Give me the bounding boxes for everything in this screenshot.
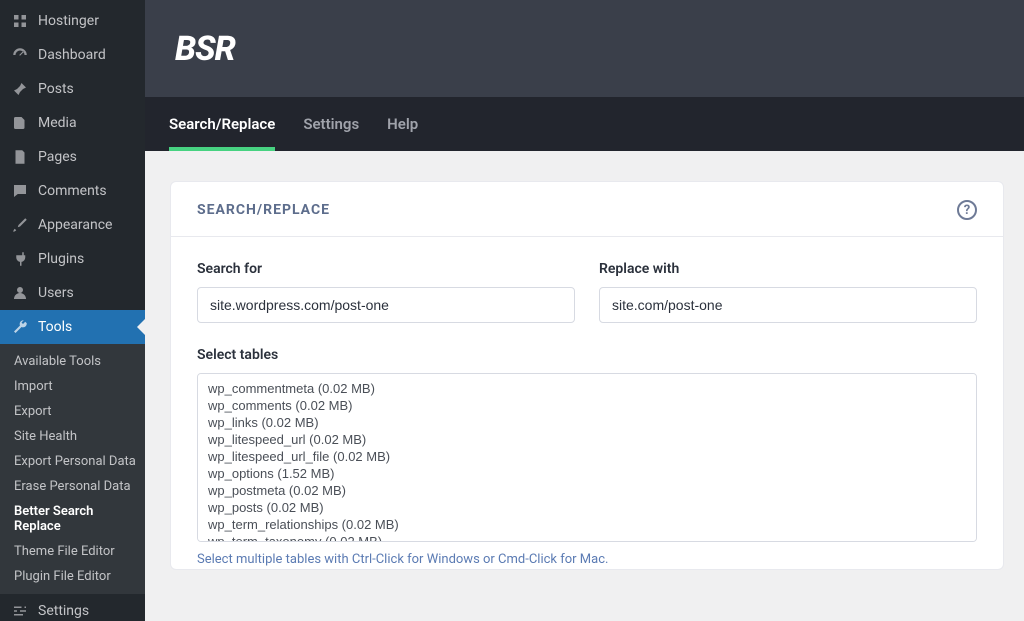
- search-for-input[interactable]: [197, 287, 575, 323]
- sidebar-sub-import[interactable]: Import: [0, 374, 145, 399]
- sidebar-sub-export[interactable]: Export: [0, 399, 145, 424]
- bsr-logo: BSR: [175, 29, 235, 69]
- select-tables-label: Select tables: [197, 347, 977, 363]
- content-scroll: SEARCH/REPLACE ? Search for Replace with: [145, 151, 1024, 621]
- wrench-icon: [10, 317, 30, 337]
- sidebar-sub-plugin-file-editor[interactable]: Plugin File Editor: [0, 564, 145, 589]
- comments-icon: [10, 181, 30, 201]
- sidebar-sub-available-tools[interactable]: Available Tools: [0, 349, 145, 374]
- sidebar-item-appearance[interactable]: Appearance: [0, 208, 145, 242]
- sidebar-item-label: Tools: [38, 319, 72, 335]
- search-replace-card: SEARCH/REPLACE ? Search for Replace with: [170, 181, 1004, 570]
- table-option[interactable]: wp_litespeed_url (0.02 MB): [206, 431, 968, 448]
- table-option[interactable]: wp_comments (0.02 MB): [206, 397, 968, 414]
- plugin-header: BSR: [145, 0, 1024, 97]
- sidebar-item-plugins[interactable]: Plugins: [0, 242, 145, 276]
- plug-icon: [10, 249, 30, 269]
- card-body: Search for Replace with Select tables wp…: [171, 237, 1003, 569]
- sidebar-item-hostinger[interactable]: Hostinger: [0, 4, 145, 38]
- sidebar-item-tools[interactable]: Tools: [0, 310, 145, 344]
- help-icon[interactable]: ?: [957, 200, 977, 220]
- media-icon: [10, 113, 30, 133]
- sidebar-sub-erase-personal-data[interactable]: Erase Personal Data: [0, 474, 145, 499]
- sidebar-item-settings[interactable]: Settings: [0, 594, 145, 621]
- sidebar-item-dashboard[interactable]: Dashboard: [0, 38, 145, 72]
- multiselect-hint: Select multiple tables with Ctrl-Click f…: [197, 552, 977, 567]
- sidebar-item-label: Posts: [38, 81, 74, 97]
- sidebar-item-label: Dashboard: [38, 47, 106, 63]
- search-for-label: Search for: [197, 261, 575, 277]
- pages-icon: [10, 147, 30, 167]
- replace-with-label: Replace with: [599, 261, 977, 277]
- dashboard-icon: [10, 45, 30, 65]
- table-option[interactable]: wp_posts (0.02 MB): [206, 499, 968, 516]
- table-option[interactable]: wp_term_taxonomy (0.02 MB): [206, 533, 968, 542]
- sidebar-item-pages[interactable]: Pages: [0, 140, 145, 174]
- sidebar-item-label: Settings: [38, 603, 89, 619]
- table-option[interactable]: wp_term_relationships (0.02 MB): [206, 516, 968, 533]
- hostinger-icon: [10, 11, 30, 31]
- sidebar-sub-bsr[interactable]: Better Search Replace: [0, 499, 145, 539]
- sidebar-item-comments[interactable]: Comments: [0, 174, 145, 208]
- card-title: SEARCH/REPLACE: [197, 202, 330, 218]
- main-area: BSR Search/Replace Settings Help SEARCH/…: [145, 0, 1024, 621]
- sidebar-sub-theme-file-editor[interactable]: Theme File Editor: [0, 539, 145, 564]
- sidebar-submenu-tools: Available Tools Import Export Site Healt…: [0, 344, 145, 594]
- user-icon: [10, 283, 30, 303]
- sidebar-sub-export-personal-data[interactable]: Export Personal Data: [0, 449, 145, 474]
- tab-search-replace[interactable]: Search/Replace: [169, 97, 275, 151]
- sidebar-item-label: Pages: [38, 149, 77, 165]
- brush-icon: [10, 215, 30, 235]
- pushpin-icon: [10, 79, 30, 99]
- tab-help[interactable]: Help: [387, 97, 418, 151]
- sidebar-item-label: Appearance: [38, 217, 112, 233]
- sidebar-item-label: Hostinger: [38, 13, 99, 29]
- sidebar-item-label: Comments: [38, 183, 107, 199]
- table-option[interactable]: wp_commentmeta (0.02 MB): [206, 380, 968, 397]
- tab-settings[interactable]: Settings: [303, 97, 359, 151]
- table-option[interactable]: wp_options (1.52 MB): [206, 465, 968, 482]
- sidebar-item-label: Users: [38, 285, 74, 301]
- admin-sidebar: Hostinger Dashboard Posts Media Pages Co…: [0, 0, 145, 621]
- sidebar-item-posts[interactable]: Posts: [0, 72, 145, 106]
- table-option[interactable]: wp_litespeed_url_file (0.02 MB): [206, 448, 968, 465]
- sidebar-item-media[interactable]: Media: [0, 106, 145, 140]
- sidebar-item-label: Plugins: [38, 251, 84, 267]
- sidebar-sub-site-health[interactable]: Site Health: [0, 424, 145, 449]
- card-header: SEARCH/REPLACE ?: [171, 182, 1003, 237]
- plugin-tabs: Search/Replace Settings Help: [145, 97, 1024, 151]
- sidebar-item-users[interactable]: Users: [0, 276, 145, 310]
- replace-with-input[interactable]: [599, 287, 977, 323]
- table-option[interactable]: wp_links (0.02 MB): [206, 414, 968, 431]
- table-option[interactable]: wp_postmeta (0.02 MB): [206, 482, 968, 499]
- sliders-icon: [10, 601, 30, 621]
- tables-multiselect[interactable]: wp_commentmeta (0.02 MB)wp_comments (0.0…: [197, 373, 977, 542]
- sidebar-item-label: Media: [38, 115, 77, 131]
